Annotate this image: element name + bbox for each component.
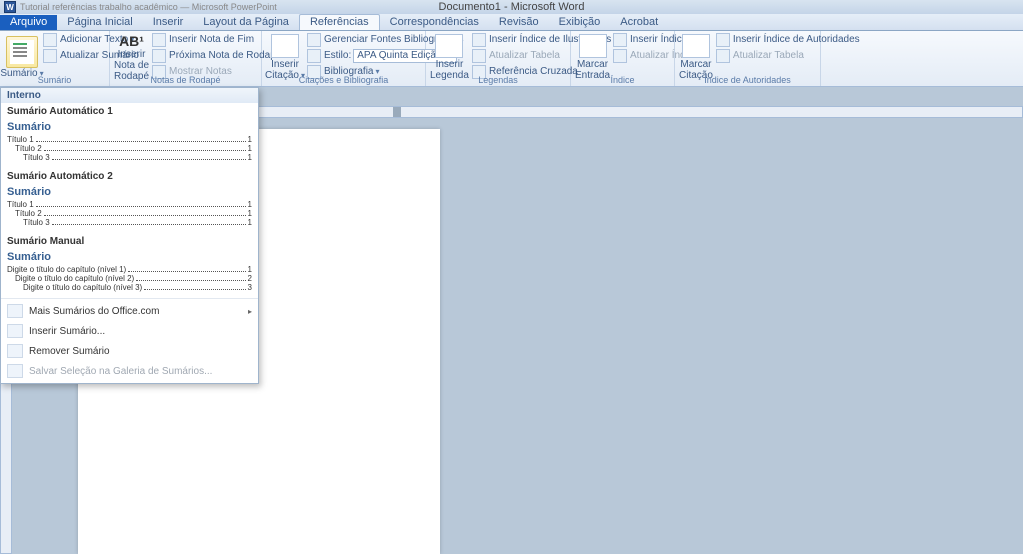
tab-file[interactable]: Arquivo — [0, 15, 57, 30]
ruler-page-break — [393, 107, 401, 117]
update-toc-icon — [43, 49, 57, 63]
auto1-title: Sumário — [7, 121, 252, 133]
auto1-line1-page: 1 — [248, 135, 252, 144]
manual-line1-page: 1 — [248, 265, 252, 274]
add-text-icon — [43, 33, 57, 47]
tab-acrobat[interactable]: Acrobat — [610, 15, 668, 30]
group-label-citations: Citações e Bibliografia — [262, 75, 425, 85]
auto2-line2-label: Título 2 — [15, 209, 42, 218]
remove-toc-label: Remover Sumário — [29, 346, 110, 357]
auto2-line1-label: Título 1 — [7, 200, 34, 209]
insert-authorities-button[interactable]: Inserir Índice de Autoridades — [713, 32, 863, 48]
tab-view[interactable]: Exibição — [549, 15, 611, 30]
update-index-icon — [613, 49, 627, 63]
manual-line1-label: Digite o título do capítulo (nível 1) — [7, 265, 126, 274]
auto2-line2-page: 1 — [248, 209, 252, 218]
auto1-line2-label: Título 2 — [15, 144, 42, 153]
gallery-section-builtin: Interno — [1, 88, 258, 103]
auto1-line3-page: 1 — [248, 153, 252, 162]
group-index: Marcar Entrada Inserir Índice Atualizar … — [571, 31, 675, 86]
tab-mailings[interactable]: Correspondências — [380, 15, 489, 30]
endnote-icon — [152, 33, 166, 47]
auto1-line3-label: Título 3 — [23, 153, 50, 162]
insert-toc-button[interactable]: Inserir Sumário... — [1, 321, 258, 341]
tab-page-layout[interactable]: Layout da Página — [193, 15, 299, 30]
manual-line3-page: 3 — [248, 283, 252, 292]
group-captions: Inserir Legenda Inserir Índice de Ilustr… — [426, 31, 571, 86]
auto2-title: Sumário — [7, 186, 252, 198]
group-citations: Inserir Citação Gerenciar Fontes Bibliog… — [262, 31, 426, 86]
update-authorities-label: Atualizar Tabela — [733, 50, 804, 62]
auto2-line3-page: 1 — [248, 218, 252, 227]
manual-line3-label: Digite o título do capítulo (nível 3) — [23, 283, 142, 292]
tab-review[interactable]: Revisão — [489, 15, 549, 30]
update-captions-icon — [472, 49, 486, 63]
auto1-line2-page: 1 — [248, 144, 252, 153]
group-label-authorities: Índice de Autoridades — [675, 75, 820, 85]
group-label-index: Índice — [571, 75, 674, 85]
manage-sources-icon — [307, 33, 321, 47]
update-authorities-icon — [716, 49, 730, 63]
document-title: Documento1 - Microsoft Word — [439, 1, 585, 13]
group-footnotes: AB¹ Inserir Nota de Rodapé Inserir Nota … — [110, 31, 262, 86]
background-window-title: Tutorial referências trabalho acadêmico … — [20, 2, 277, 12]
insert-toc-label: Inserir Sumário... — [29, 326, 105, 337]
more-toc-office-button[interactable]: Mais Sumários do Office.com ▸ — [1, 301, 258, 321]
group-label-footnotes: Notas de Rodapé — [110, 75, 261, 85]
tab-insert[interactable]: Inserir — [143, 15, 194, 30]
authorities-icon — [716, 33, 730, 47]
update-authorities-button[interactable]: Atualizar Tabela — [713, 48, 863, 64]
mark-entry-icon — [579, 34, 607, 58]
auto2-line1-page: 1 — [248, 200, 252, 209]
more-toc-label: Mais Sumários do Office.com — [29, 306, 159, 317]
style-icon — [307, 49, 321, 63]
manual-line2-label: Digite o título do capítulo (nível 2) — [15, 274, 134, 283]
tab-home[interactable]: Página Inicial — [57, 15, 142, 30]
insert-authorities-label: Inserir Índice de Autoridades — [733, 34, 860, 46]
update-captions-label: Atualizar Tabela — [489, 50, 560, 62]
figures-index-icon — [472, 33, 486, 47]
citation-icon — [271, 34, 299, 58]
gallery-auto2-name[interactable]: Sumário Automático 2 — [1, 168, 258, 184]
save-gallery-icon — [7, 364, 23, 378]
caption-icon — [435, 34, 463, 58]
endnote-label: Inserir Nota de Fim — [169, 34, 254, 46]
group-label-captions: Legendas — [426, 75, 570, 85]
gallery-auto2-preview[interactable]: Sumário Título 1 1 Título 2 1 Título 3 1 — [7, 186, 252, 227]
tab-references[interactable]: Referências — [299, 14, 380, 30]
office-icon — [7, 304, 23, 318]
mark-citation-icon — [682, 34, 710, 58]
toc-gallery-dropdown: Interno Sumário Automático 1 Sumário Tít… — [0, 87, 259, 384]
footnote-icon: AB¹ — [118, 34, 146, 49]
save-selection-gallery-button: Salvar Seleção na Galeria de Sumários... — [1, 361, 258, 381]
style-label: Estilo: — [324, 50, 351, 62]
title-bar: W Tutorial referências trabalho acadêmic… — [0, 0, 1023, 14]
group-table-of-contents: Sumário Adicionar Texto Atualizar Sumári… — [0, 31, 110, 86]
manual-title: Sumário — [7, 251, 252, 263]
group-authorities: Marcar Citação Inserir Índice de Autorid… — [675, 31, 821, 86]
gallery-auto1-preview[interactable]: Sumário Título 1 1 Título 2 1 Título 3 1 — [7, 121, 252, 162]
gallery-auto1-name[interactable]: Sumário Automático 1 — [1, 103, 258, 119]
ribbon-tabs: Arquivo Página Inicial Inserir Layout da… — [0, 14, 1023, 31]
submenu-arrow-icon: ▸ — [248, 307, 252, 316]
word-app-icon: W — [4, 1, 16, 13]
ribbon: Sumário Adicionar Texto Atualizar Sumári… — [0, 31, 1023, 87]
save-selection-label: Salvar Seleção na Galeria de Sumários... — [29, 366, 212, 377]
remove-toc-icon — [7, 344, 23, 358]
toc-icon — [6, 36, 38, 68]
next-footnote-icon — [152, 49, 166, 63]
insert-toc-icon — [7, 324, 23, 338]
auto1-line1-label: Título 1 — [7, 135, 34, 144]
group-label-toc: Sumário — [0, 75, 109, 85]
gallery-manual-preview[interactable]: Sumário Digite o título do capítulo (nív… — [7, 251, 252, 292]
insert-index-icon — [613, 33, 627, 47]
gallery-manual-name[interactable]: Sumário Manual — [1, 233, 258, 249]
auto2-line3-label: Título 3 — [23, 218, 50, 227]
remove-toc-button[interactable]: Remover Sumário — [1, 341, 258, 361]
manual-line2-page: 2 — [248, 274, 252, 283]
